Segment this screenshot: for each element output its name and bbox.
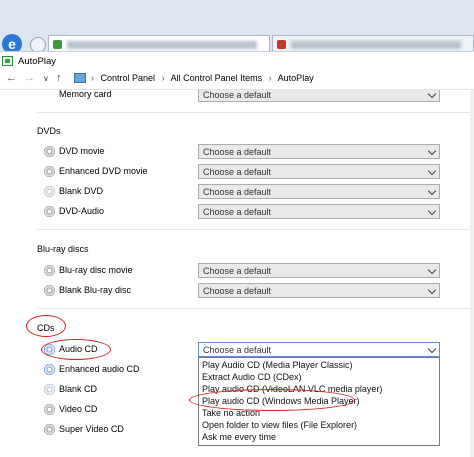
select-value: Choose a default	[203, 90, 272, 100]
browser-tab	[272, 35, 474, 52]
breadcrumb-all-items[interactable]: All Control Panel Items	[171, 73, 263, 83]
section-heading-dvds: DVDs	[37, 126, 61, 136]
window-titlebar: AutoPlay	[0, 51, 474, 70]
blurred-url	[67, 41, 257, 49]
option-windows-media-player[interactable]: Play audio CD (Windows Media Player)	[202, 396, 360, 406]
device-label: Video CD	[59, 404, 98, 414]
device-row-dvd-audio: DVD-Audio Choose a default	[0, 204, 474, 222]
device-row-memory-card: Memory card Choose a default	[0, 90, 474, 105]
device-label: Blank DVD	[59, 186, 104, 196]
blank-disc-icon	[44, 186, 55, 197]
enhanced-dvd-movie-select[interactable]: Choose a default	[198, 164, 440, 179]
select-value: Choose a default	[203, 266, 272, 276]
option-cdex[interactable]: Extract Audio CD (CDex)	[202, 372, 302, 382]
chevron-down-icon	[427, 344, 437, 354]
window-title: AutoPlay	[18, 56, 57, 67]
select-value: Choose a default	[203, 345, 272, 355]
device-label: Audio CD	[59, 344, 98, 354]
disc-icon	[44, 424, 55, 435]
option-media-player-classic[interactable]: Play Audio CD (Media Player Classic)	[202, 360, 353, 370]
device-label: Super Video CD	[59, 424, 124, 434]
up-arrow-icon[interactable]: ↑	[56, 72, 62, 84]
chevron-down-icon[interactable]: ∨	[43, 74, 49, 83]
audio-cd-select[interactable]: Choose a default	[198, 342, 440, 357]
breadcrumb-control-panel[interactable]: Control Panel	[101, 73, 156, 83]
back-arrow-icon[interactable]: ←	[6, 72, 17, 84]
disc-icon	[44, 265, 55, 276]
disc-icon	[44, 146, 55, 157]
blank-disc-icon	[44, 384, 55, 395]
option-take-no-action[interactable]: Take no action	[202, 408, 260, 418]
chevron-down-icon	[427, 285, 437, 295]
option-ask-every-time[interactable]: Ask me every time	[202, 432, 276, 442]
chevron-down-icon	[427, 186, 437, 196]
disc-icon	[44, 206, 55, 217]
device-row-bluray-movie: Blu-ray disc movie Choose a default	[0, 263, 474, 281]
tab-favicon-icon	[277, 40, 286, 49]
dvd-audio-select[interactable]: Choose a default	[198, 204, 440, 219]
chevron-down-icon	[427, 166, 437, 176]
breadcrumb-autoplay[interactable]: AutoPlay	[278, 73, 314, 83]
device-row-blank-bluray: Blank Blu-ray disc Choose a default	[0, 283, 474, 301]
device-label: Blu-ray disc movie	[59, 265, 133, 275]
divider	[37, 229, 474, 230]
memory-card-select[interactable]: Choose a default	[198, 90, 440, 102]
device-label: Blank CD	[59, 384, 98, 394]
disc-icon	[44, 285, 55, 296]
chevron-down-icon	[427, 146, 437, 156]
divider	[37, 112, 474, 113]
autoplay-icon	[2, 56, 13, 66]
address-bar: ← → ∨ ↑ › Control Panel › All Control Pa…	[0, 69, 474, 90]
device-label: Enhanced audio CD	[59, 364, 140, 374]
browser-forward-icon	[30, 37, 46, 52]
device-label: DVD movie	[59, 146, 105, 156]
chevron-down-icon	[427, 265, 437, 275]
blank-bluray-select[interactable]: Choose a default	[198, 283, 440, 298]
device-label: Enhanced DVD movie	[59, 166, 148, 176]
disc-icon	[44, 404, 55, 415]
disc-icon	[44, 166, 55, 177]
favicon-icon	[53, 40, 62, 49]
select-value: Choose a default	[203, 147, 272, 157]
section-heading-cds: CDs	[37, 323, 55, 333]
audio-cd-icon	[44, 364, 55, 375]
audio-cd-icon	[44, 344, 55, 355]
option-open-folder[interactable]: Open folder to view files (File Explorer…	[202, 420, 357, 430]
browser-address-bar	[48, 35, 270, 52]
section-heading-bluray: Blu-ray discs	[37, 244, 89, 254]
select-value: Choose a default	[203, 286, 272, 296]
internet-explorer-icon: e	[2, 34, 22, 52]
device-row-blank-dvd: Blank DVD Choose a default	[0, 184, 474, 202]
blurred-tab-title	[291, 41, 461, 49]
device-label: Memory card	[59, 90, 112, 99]
autoplay-settings: Memory card Choose a default DVDs DVD mo…	[0, 90, 474, 457]
blank-dvd-select[interactable]: Choose a default	[198, 184, 440, 199]
device-row-dvd-movie: DVD movie Choose a default	[0, 144, 474, 162]
forward-arrow-icon[interactable]: →	[24, 72, 35, 84]
control-panel-icon	[74, 73, 86, 83]
select-value: Choose a default	[203, 207, 272, 217]
device-label: Blank Blu-ray disc	[59, 285, 132, 295]
bluray-movie-select[interactable]: Choose a default	[198, 263, 440, 278]
select-value: Choose a default	[203, 167, 272, 177]
background-browser: e	[0, 0, 474, 52]
select-value: Choose a default	[203, 187, 272, 197]
device-label: DVD-Audio	[59, 206, 105, 216]
dvd-movie-select[interactable]: Choose a default	[198, 144, 440, 159]
audio-cd-options-list: Play Audio CD (Media Player Classic) Ext…	[198, 357, 440, 446]
breadcrumb: › Control Panel › All Control Panel Item…	[91, 73, 314, 83]
chevron-down-icon	[427, 90, 437, 99]
chevron-down-icon	[427, 206, 437, 216]
device-row-enhanced-dvd-movie: Enhanced DVD movie Choose a default	[0, 164, 474, 182]
scrollbar[interactable]	[470, 90, 474, 457]
divider	[37, 308, 474, 309]
option-vlc[interactable]: Play audio CD (VideoLAN VLC media player…	[202, 384, 382, 394]
